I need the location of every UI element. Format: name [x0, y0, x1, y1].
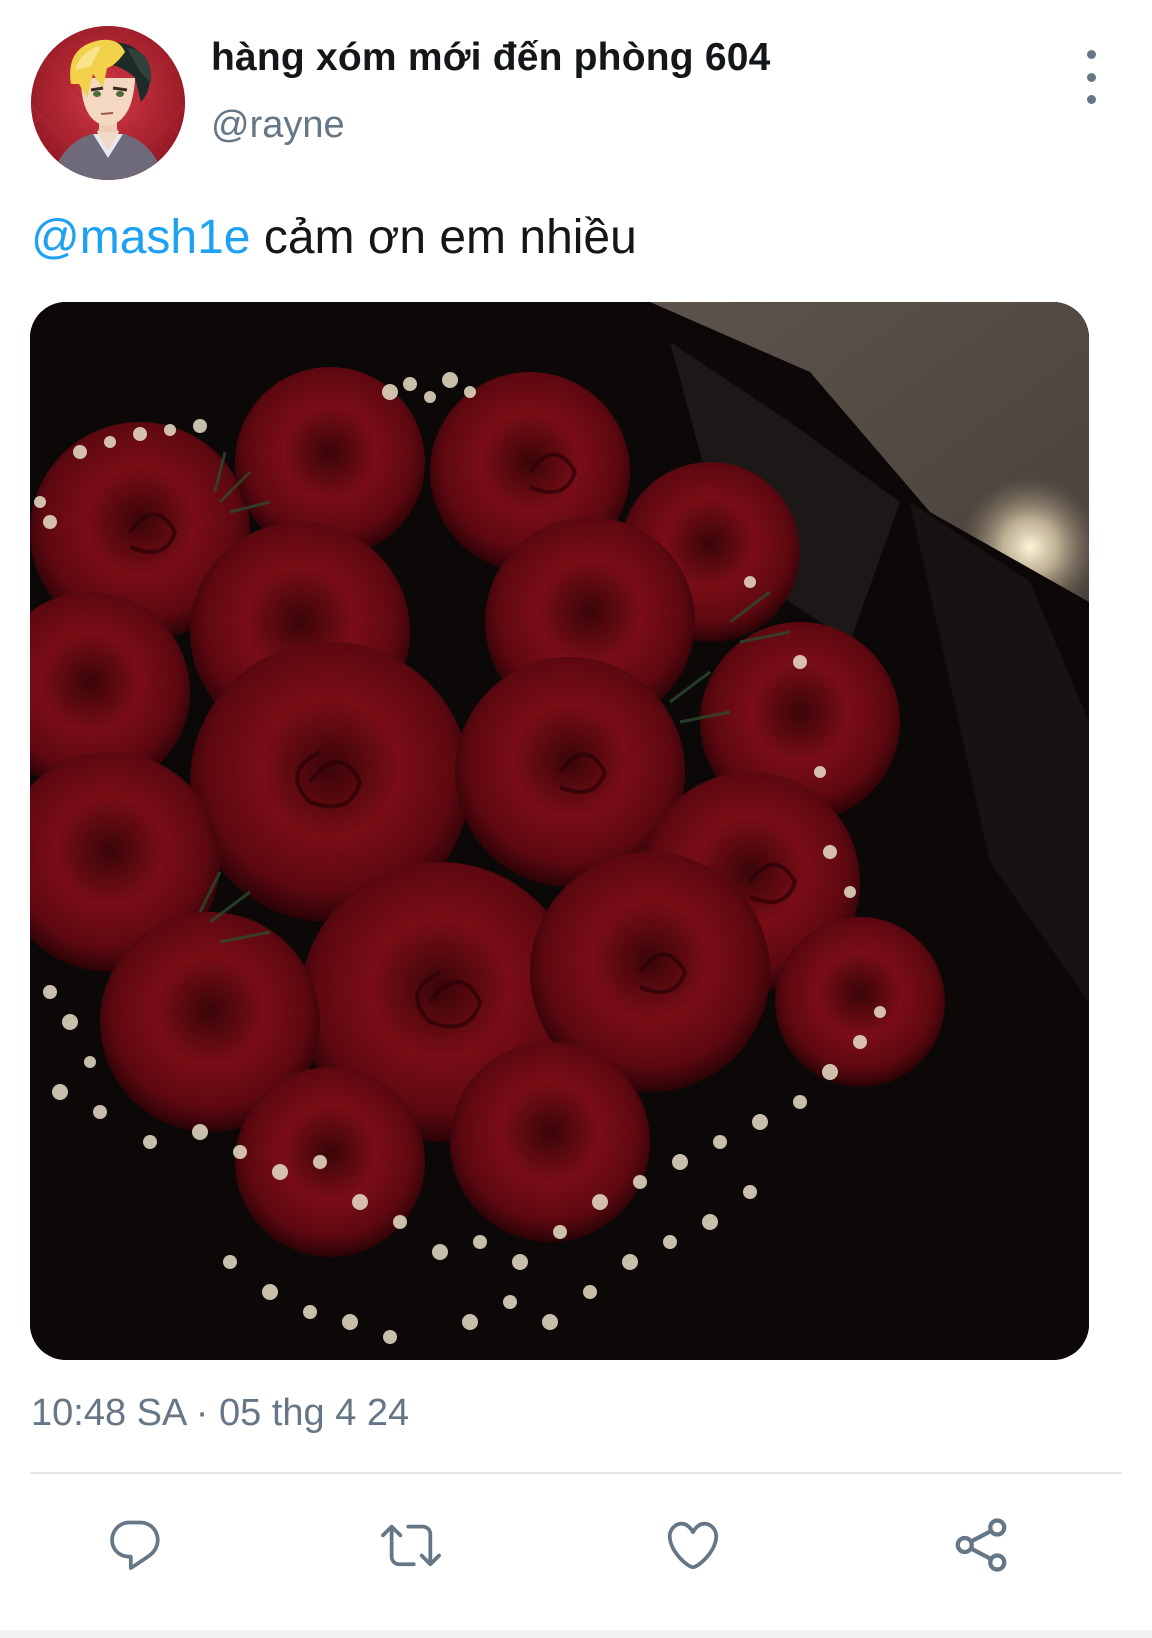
like-button[interactable]	[658, 1510, 728, 1580]
more-vertical-icon	[1086, 50, 1096, 59]
reply-icon	[110, 1520, 160, 1570]
tweet-text: @mash1e cảm ơn em nhiều	[31, 210, 637, 265]
tweet-timestamp[interactable]: 10:48 SA · 05 thg 4 24	[31, 1392, 409, 1435]
heart-icon	[667, 1521, 719, 1570]
tweet-detail: hàng xóm mới đến phòng 604 @rayne @mash1…	[0, 0, 1152, 1638]
bottom-edge	[0, 1630, 1152, 1638]
more-vertical-icon-dot	[1086, 95, 1096, 104]
tweet-actions-bar	[0, 1510, 1152, 1580]
mention-link[interactable]: @mash1e	[31, 211, 251, 264]
more-vertical-icon-dot	[1086, 72, 1096, 82]
tweet-body-text: cảm ơn em nhiều	[250, 211, 637, 264]
tweet-photo[interactable]	[30, 302, 1089, 1360]
divider	[30, 1472, 1122, 1474]
more-options-button[interactable]	[1071, 50, 1111, 104]
share-button[interactable]	[946, 1510, 1016, 1580]
author-handle[interactable]: @rayne	[211, 104, 345, 147]
retweet-button[interactable]	[376, 1510, 446, 1580]
reply-button[interactable]	[100, 1510, 170, 1580]
author-display-name[interactable]: hàng xóm mới đến phòng 604	[211, 36, 770, 80]
share-icon	[955, 1518, 1007, 1572]
retweet-icon	[381, 1524, 441, 1567]
tweet-header: hàng xóm mới đến phòng 604 @rayne	[31, 26, 1121, 180]
avatar[interactable]	[31, 26, 185, 180]
